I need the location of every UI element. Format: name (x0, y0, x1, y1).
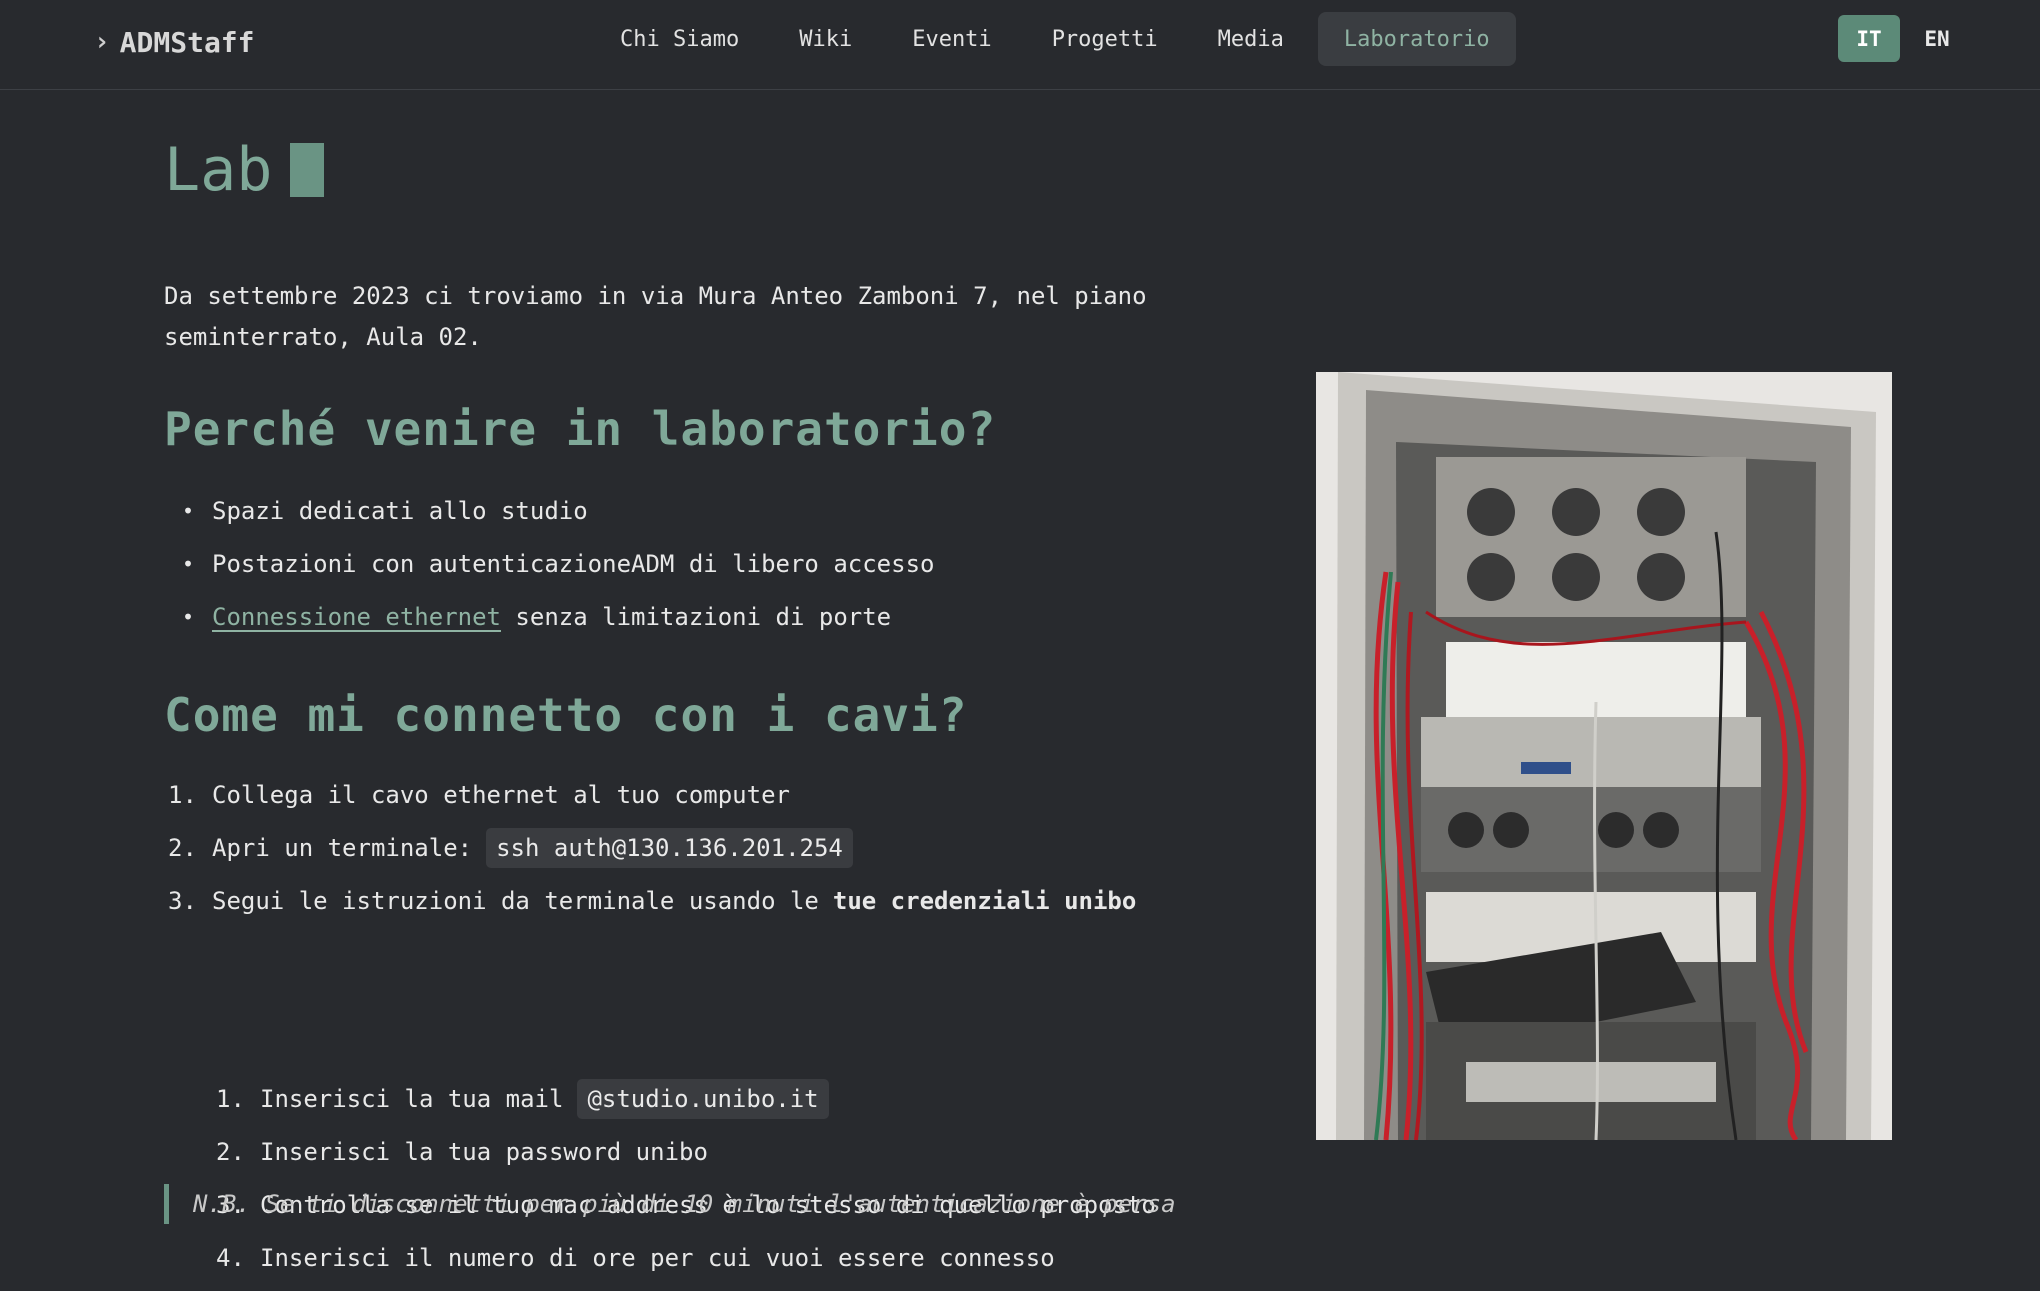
why-heading: Perché venire in laboratorio? (164, 402, 997, 456)
list-item: 1. Collega il cavo ethernet al tuo compu… (164, 768, 1136, 821)
substep-text: Inserisci la tua password unibo (260, 1137, 708, 1166)
substep-text: Inserisci la tua mail (260, 1084, 564, 1113)
list-item: 3. Segui le istruzioni da terminale usan… (164, 874, 1136, 927)
how-steps: 1. Collega il cavo ethernet al tuo compu… (164, 768, 1136, 927)
nav-progetti[interactable]: Progetti (1026, 12, 1184, 66)
credentials-emphasis: tue credenziali unibo (832, 886, 1137, 915)
server-rack-photo (1316, 372, 1892, 1140)
list-item: • Spazi dedicati allo studio (164, 484, 934, 537)
page-title: Lab (164, 130, 1214, 210)
bullet-icon: • (181, 551, 195, 576)
how-substeps: 1. Inserisci la tua mail @studio.unibo.i… (212, 1072, 1156, 1284)
why-item-text: Spazi dedicati allo studio (212, 496, 588, 525)
language-switcher: IT EN (1838, 15, 1968, 62)
bullet-icon: • (181, 498, 195, 523)
list-item: 4. Inserisci il numero di ore per cui vu… (212, 1231, 1156, 1284)
block-cursor-icon (290, 143, 325, 197)
step-text: Segui le istruzioni da terminale usando … (212, 886, 819, 915)
nav-laboratorio[interactable]: Laboratorio (1317, 12, 1516, 66)
bullet-icon: • (181, 604, 195, 629)
server-rack-illustration (1316, 372, 1892, 1140)
ssh-command-code: ssh auth@130.136.201.254 (486, 827, 853, 868)
lang-it-button[interactable]: IT (1838, 15, 1900, 62)
why-item-text: senza limitazioni di porte (500, 602, 892, 631)
brand-name: ADMStaff (119, 25, 255, 59)
step-text: Apri un terminale: (212, 833, 473, 862)
nav-media[interactable]: Media (1192, 12, 1310, 66)
list-item: 1. Inserisci la tua mail @studio.unibo.i… (212, 1072, 1156, 1125)
substep-text: Inserisci il numero di ore per cui vuoi … (260, 1243, 1055, 1272)
email-domain-code: @studio.unibo.it (577, 1078, 829, 1119)
substep-number: 4. (216, 1243, 245, 1272)
note-text: N.B. Se ti disconnetti per più di 10 min… (193, 1190, 1176, 1218)
main-nav: Chi Siamo Wiki Eventi Progetti Media Lab… (594, 12, 1516, 66)
list-item: 2. Inserisci la tua password unibo (212, 1125, 1156, 1178)
nav-eventi[interactable]: Eventi (886, 12, 1017, 66)
nav-chi-siamo[interactable]: Chi Siamo (594, 12, 765, 66)
lang-en-button[interactable]: EN (1906, 15, 1968, 62)
main-content: Lab Da settembre 2023 ci troviamo in via… (164, 130, 1214, 1272)
list-item: • Postazioni con autenticazioneADM di li… (164, 537, 935, 590)
chevron-right-icon: › (94, 27, 110, 57)
ethernet-connection-link[interactable]: Connessione ethernet (212, 603, 501, 631)
list-item: • Connessione ethernet senza limitazioni… (164, 590, 934, 643)
why-item-text: Postazioni con autenticazioneADM di libe… (212, 549, 935, 578)
step-number: 2. (168, 833, 197, 862)
step-text: Collega il cavo ethernet al tuo computer (212, 780, 790, 809)
how-heading: Come mi connetto con i cavi? (164, 688, 968, 742)
substep-number: 1. (216, 1084, 245, 1113)
top-navbar: › ADMStaff Chi Siamo Wiki Eventi Progett… (0, 0, 2040, 90)
intro-paragraph: Da settembre 2023 ci troviamo in via Mur… (164, 282, 1147, 351)
note-blockquote: N.B. Se ti disconnetti per più di 10 min… (164, 1184, 1176, 1224)
step-number: 3. (168, 886, 197, 915)
page-title-text: Lab (164, 135, 273, 205)
nav-wiki[interactable]: Wiki (773, 12, 878, 66)
list-item: 2. Apri un terminale: ssh auth@130.136.2… (164, 821, 1136, 874)
step-number: 1. (168, 780, 197, 809)
why-list: • Spazi dedicati allo studio • Postazion… (164, 484, 935, 643)
substep-number: 2. (216, 1137, 245, 1166)
brand-link[interactable]: › ADMStaff (94, 22, 255, 62)
